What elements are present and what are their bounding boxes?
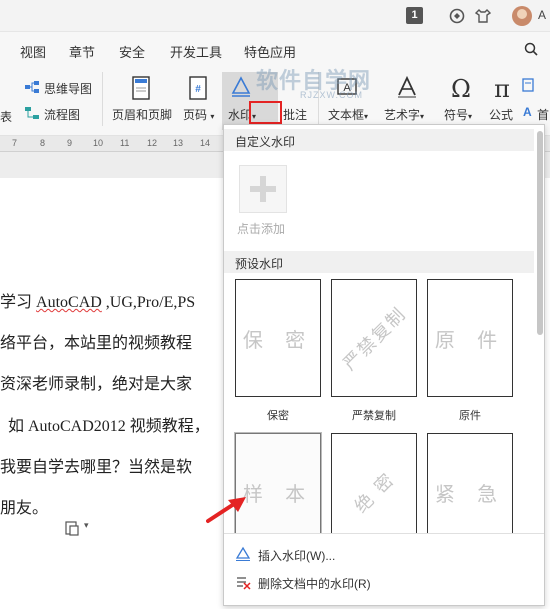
delete-watermark-item[interactable]: 删除文档中的水印(R) <box>232 571 532 593</box>
dropcap-icon: A <box>523 105 532 118</box>
avatar[interactable] <box>512 6 532 26</box>
site-watermark-url: RJZXW.COM <box>300 90 363 100</box>
header-footer-button[interactable]: 页眉和页脚 <box>112 106 172 123</box>
preset-watermark-secret[interactable]: 保 密 <box>235 279 321 397</box>
menu-bar: 视图 章节 安全 开发工具 特色应用 <box>0 32 550 66</box>
ruler-tick: 12 <box>147 138 158 148</box>
watermark-dropdown: 自定义水印 点击添加 预设水印 保 密 严禁复制 原 件 保密 严禁复制 原件 … <box>223 124 545 606</box>
page-number-icon: # <box>189 76 207 100</box>
dropdown-scrollbar[interactable] <box>536 127 544 531</box>
ruler-tick: 8 <box>40 138 46 148</box>
insert-watermark-label: 插入水印(W)... <box>258 549 336 563</box>
wordart-label: 艺术字 <box>384 108 421 122</box>
watermark-preview-text: 保 密 <box>242 327 314 352</box>
svg-text:A: A <box>523 105 532 118</box>
preset-name: 严禁复制 <box>352 410 396 422</box>
doc-line[interactable]: 我要自学去哪里？当然是软 <box>0 453 192 477</box>
title-bar: 1 A <box>0 0 550 32</box>
plus-icon <box>260 176 266 202</box>
ruler-tick: 11 <box>120 138 130 148</box>
mindmap-icon <box>25 81 39 93</box>
ruler-tick: 9 <box>67 138 73 148</box>
table-label-fragment[interactable]: 表 <box>0 108 12 125</box>
page-number-button[interactable]: 页码 ▾ <box>183 106 214 123</box>
pi-icon: π <box>494 76 510 100</box>
watermark-preview-text: 严禁复制 <box>339 303 411 375</box>
search-icon[interactable] <box>524 42 538 56</box>
ruler-tick: 13 <box>173 138 184 148</box>
doc-text: 学习 <box>0 294 37 311</box>
tab-view[interactable]: 视图 <box>20 42 46 61</box>
svg-text:Ω: Ω <box>451 76 471 100</box>
formula-button[interactable]: 公式 <box>489 106 513 123</box>
chevron-down-icon[interactable]: ▾ <box>84 520 89 531</box>
preset-watermark-header: 预设水印 <box>224 251 534 273</box>
watermark-icon <box>235 546 251 561</box>
section-title: 自定义水印 <box>235 135 296 149</box>
textbox-label: 文本框 <box>328 108 365 122</box>
divider <box>102 72 103 126</box>
doc-line[interactable]: 如 AutoCAD2012 视频教程， <box>8 412 210 436</box>
chevron-down-icon: ▾ <box>210 112 215 121</box>
wordart-icon <box>398 76 416 98</box>
page-number-label: 页码 <box>183 108 208 122</box>
user-name[interactable]: A <box>538 8 546 22</box>
doc-line[interactable]: 学习 AutoCAD ,UG,Pro/E,PS <box>0 288 195 312</box>
delete-watermark-label: 删除文档中的水印(R) <box>258 577 371 591</box>
annotation-arrow-icon <box>206 497 246 523</box>
tab-security[interactable]: 安全 <box>119 42 145 61</box>
svg-text:#: # <box>195 84 201 95</box>
mindmap-button[interactable]: 思维导图 <box>44 80 92 97</box>
header-footer-icon <box>132 76 150 100</box>
add-custom-watermark-button[interactable] <box>239 165 287 213</box>
doc-line[interactable]: 络平台，本站里的视频教程 <box>0 329 192 353</box>
tab-developer[interactable]: 开发工具 <box>170 42 222 61</box>
tab-special-apps[interactable]: 特色应用 <box>244 42 296 61</box>
sync-icon[interactable] <box>448 7 466 25</box>
delete-watermark-icon <box>237 577 251 590</box>
comment-button[interactable]: 批注 <box>283 106 307 123</box>
flowchart-button[interactable]: 流程图 <box>44 106 80 123</box>
scrollbar-thumb[interactable] <box>537 131 543 335</box>
highlight-box <box>249 101 282 124</box>
textbox-button[interactable]: 文本框▾ <box>328 106 368 123</box>
doc-line[interactable]: 朋友。 <box>0 494 48 518</box>
omega-icon: Ω <box>451 76 471 100</box>
dropdown-footer: 插入水印(W)... 删除文档中的水印(R) <box>224 533 544 605</box>
symbol-label: 符号 <box>444 108 469 122</box>
wordart-button[interactable]: 艺术字▾ <box>384 106 424 123</box>
flowchart-icon <box>25 107 39 119</box>
misspelled-word[interactable]: AutoCAD <box>36 294 102 311</box>
chevron-down-icon: ▾ <box>468 112 473 121</box>
preset-watermark-no-copy[interactable]: 严禁复制 <box>331 279 417 397</box>
tab-section[interactable]: 章节 <box>69 42 95 61</box>
dropcap-label-fragment[interactable]: 首 <box>537 106 549 123</box>
notification-badge[interactable]: 1 <box>406 7 423 24</box>
chevron-down-icon: ▾ <box>420 112 425 121</box>
section-title: 预设水印 <box>235 257 284 271</box>
watermark-preview-text: 原 件 <box>434 327 506 352</box>
preset-watermark-original[interactable]: 原 件 <box>427 279 513 397</box>
ruler-tick: 14 <box>200 138 211 148</box>
ruler-tick: 7 <box>12 138 18 148</box>
watermark-icon <box>231 76 251 97</box>
paste-options-icon[interactable] <box>64 520 80 536</box>
custom-watermark-header: 自定义水印 <box>224 129 534 151</box>
doc-line[interactable]: 资深老师录制，绝对是大家 <box>0 370 192 394</box>
skin-icon[interactable] <box>474 7 492 25</box>
preset-name: 保密 <box>267 410 289 422</box>
insert-object-icon <box>522 78 534 92</box>
insert-watermark-item[interactable]: 插入水印(W)... <box>232 543 532 565</box>
symbol-button[interactable]: 符号▾ <box>444 106 472 123</box>
preset-name: 原件 <box>459 410 481 422</box>
chevron-down-icon: ▾ <box>364 112 369 121</box>
doc-text: ,UG,Pro/E,PS <box>101 294 196 311</box>
ruler-tick: 10 <box>93 138 104 148</box>
add-custom-watermark-label[interactable]: 点击添加 <box>237 220 285 237</box>
svg-text:π: π <box>494 76 510 100</box>
